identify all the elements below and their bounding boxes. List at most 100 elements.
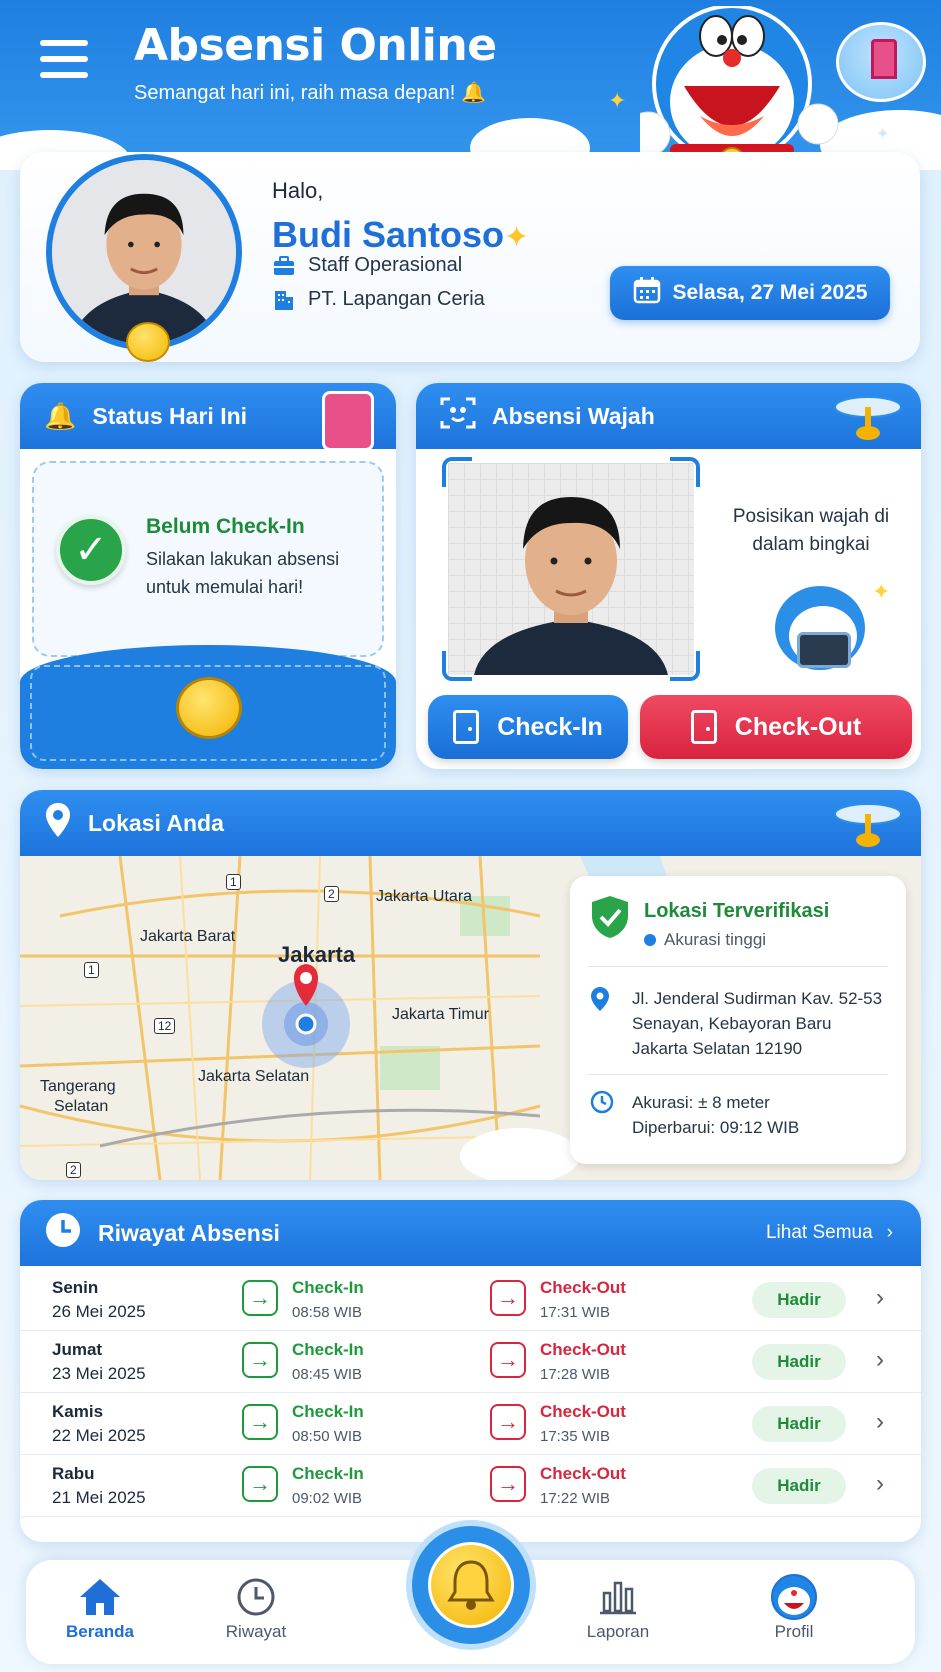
face-scan-icon: [440, 395, 476, 437]
check-in-label: Check-In: [292, 1402, 364, 1421]
notification-bell-button[interactable]: [428, 1542, 514, 1628]
door-icon: [690, 710, 717, 744]
check-out-label: Check-Out: [540, 1340, 626, 1359]
check-icon: ✓: [56, 515, 126, 585]
avatar: [46, 154, 242, 350]
face-preview: [474, 497, 668, 675]
nav-history[interactable]: Riwayat: [196, 1572, 316, 1642]
chevron-right-icon[interactable]: ›: [876, 1346, 884, 1374]
chevron-right-icon[interactable]: ›: [876, 1470, 884, 1498]
bell-icon: [447, 1560, 495, 1610]
location-header: Lokasi Anda: [20, 790, 921, 856]
location-panel: Lokasi Anda 1 2 1 12 2 Jakarta Utara Jak…: [20, 790, 921, 1180]
face-heading: Absensi Wajah: [492, 402, 655, 429]
row-day: Jumat: [52, 1340, 103, 1359]
door-icon: [453, 710, 480, 744]
history-row[interactable]: Jumat 23 Mei 2025 → Check-In 08:45 WIB → Check…: [20, 1328, 921, 1393]
check-out-button[interactable]: Check-Out: [640, 695, 912, 759]
accuracy-info: Akurasi: ± 8 meter Diperbarui: 09:12 WIB: [632, 1093, 800, 1137]
check-in-time: 09:02 WIB: [292, 1490, 363, 1507]
door-icon: [322, 391, 374, 451]
history-row[interactable]: Rabu 21 Mei 2025 → Check-In 09:02 WIB → Check-…: [20, 1452, 921, 1517]
user-name: Budi Santoso✦: [272, 214, 530, 255]
sparkle-icon: ✦: [872, 579, 891, 604]
nav-report[interactable]: Laporan: [558, 1572, 678, 1642]
camera-frame[interactable]: [448, 463, 694, 675]
clock-icon: [44, 1211, 82, 1255]
map-label: Jakarta Timur: [392, 1006, 489, 1023]
history-row[interactable]: Kamis 22 Mei 2025 → Check-In 08:50 WIB → Check…: [20, 1390, 921, 1455]
status-badge: Hadir: [752, 1468, 846, 1504]
chevron-right-icon[interactable]: ›: [876, 1284, 884, 1312]
company-row: PT. Lapangan Ceria: [272, 288, 485, 311]
building-icon: [272, 289, 296, 311]
verified-title: Lokasi Terverifikasi: [644, 900, 830, 922]
map-label: Jakarta Selatan: [198, 1068, 310, 1085]
clock-icon: [196, 1572, 316, 1622]
check-in-time: 08:50 WIB: [292, 1428, 363, 1445]
profile-card: Halo, Budi Santoso✦ Staff Operasional PT…: [20, 152, 920, 362]
map-pin-icon: [44, 802, 72, 844]
doraemon-mascot: [640, 6, 839, 170]
app-subtitle: Semangat hari ini, raih masa depan! 🔔: [134, 82, 487, 104]
check-out-label: Check-Out: [540, 1464, 626, 1483]
location-info-card: Lokasi Terverifikasi Akurasi tinggi Jl. …: [570, 876, 906, 1164]
arrow-right-icon: →: [242, 1280, 278, 1316]
menu-button[interactable]: [40, 40, 88, 80]
status-description: Silakan lakukan absensi untuk memulai ha…: [146, 549, 340, 597]
check-in-label: Check-In: [292, 1464, 364, 1483]
row-day: Kamis: [52, 1402, 104, 1421]
row-date: 21 Mei 2025: [52, 1488, 146, 1507]
nav-home[interactable]: Beranda: [40, 1572, 160, 1642]
app-title: Absensi Online: [134, 20, 497, 71]
face-attendance-panel: Absensi Wajah Posisikan wajah di dalam b…: [416, 383, 921, 769]
status-badge: Hadir: [752, 1344, 846, 1380]
road-number: 2: [66, 1162, 81, 1178]
history-header: Riwayat Absensi Lihat Semua ›: [20, 1200, 921, 1266]
status-badge: Hadir: [752, 1406, 846, 1442]
status-title: Belum Check-In: [146, 515, 305, 538]
check-in-button[interactable]: Check-In: [428, 695, 628, 759]
greeting: Halo,: [272, 178, 324, 203]
road-number: 2: [324, 886, 339, 902]
sparkle-icon: ✦: [504, 221, 530, 254]
app-header: Absensi Online Semangat hari ini, raih m…: [0, 0, 941, 170]
chevron-right-icon[interactable]: ›: [876, 1408, 884, 1436]
check-out-time: 17:31 WIB: [540, 1304, 611, 1321]
chevron-right-icon: ›: [886, 1222, 893, 1243]
face-hint: Posisikan wajah di dalam bingkai: [732, 506, 890, 555]
arrow-right-icon: →: [490, 1280, 526, 1316]
status-panel: 🔔 Status Hari Ini ✓ Belum Check-In Silak…: [20, 383, 396, 769]
row-date: 22 Mei 2025: [52, 1426, 146, 1445]
nav-profile[interactable]: Profil: [734, 1572, 854, 1642]
bell-icon: [176, 677, 242, 739]
fab-ring: [406, 1520, 536, 1650]
user-company: PT. Lapangan Ceria: [308, 288, 485, 310]
propeller-icon: [834, 396, 902, 440]
road-number: 1: [226, 874, 241, 890]
door-icon: [871, 39, 897, 79]
row-day: Rabu: [52, 1464, 95, 1483]
calendar-icon: [633, 276, 661, 310]
arrow-right-icon: →: [490, 1404, 526, 1440]
status-badge: Hadir: [752, 1282, 846, 1318]
user-photo: [52, 160, 236, 344]
arrow-right-icon: →: [242, 1342, 278, 1378]
check-in-time: 08:45 WIB: [292, 1366, 363, 1383]
user-role: Staff Operasional: [308, 254, 463, 276]
bell-icon: 🔔: [461, 82, 487, 104]
bar-chart-icon: [558, 1572, 678, 1622]
sparkle-icon: ✦: [876, 126, 890, 143]
menu-icon: [40, 40, 88, 46]
history-row[interactable]: Senin 26 Mei 2025 → Check-In 08:58 WIB → Check…: [20, 1266, 921, 1331]
check-in-label: Check-In: [292, 1340, 364, 1359]
check-out-time: 17:28 WIB: [540, 1366, 611, 1383]
shield-check-icon: [592, 896, 628, 938]
road-number: 1: [84, 962, 99, 978]
current-date: Selasa, 27 Mei 2025: [672, 281, 868, 304]
row-date: 26 Mei 2025: [52, 1302, 146, 1321]
camera-mascot: [772, 583, 868, 673]
see-all-link[interactable]: Lihat Semua ›: [766, 1222, 893, 1244]
check-in-time: 08:58 WIB: [292, 1304, 363, 1321]
role-row: Staff Operasional: [272, 254, 462, 277]
